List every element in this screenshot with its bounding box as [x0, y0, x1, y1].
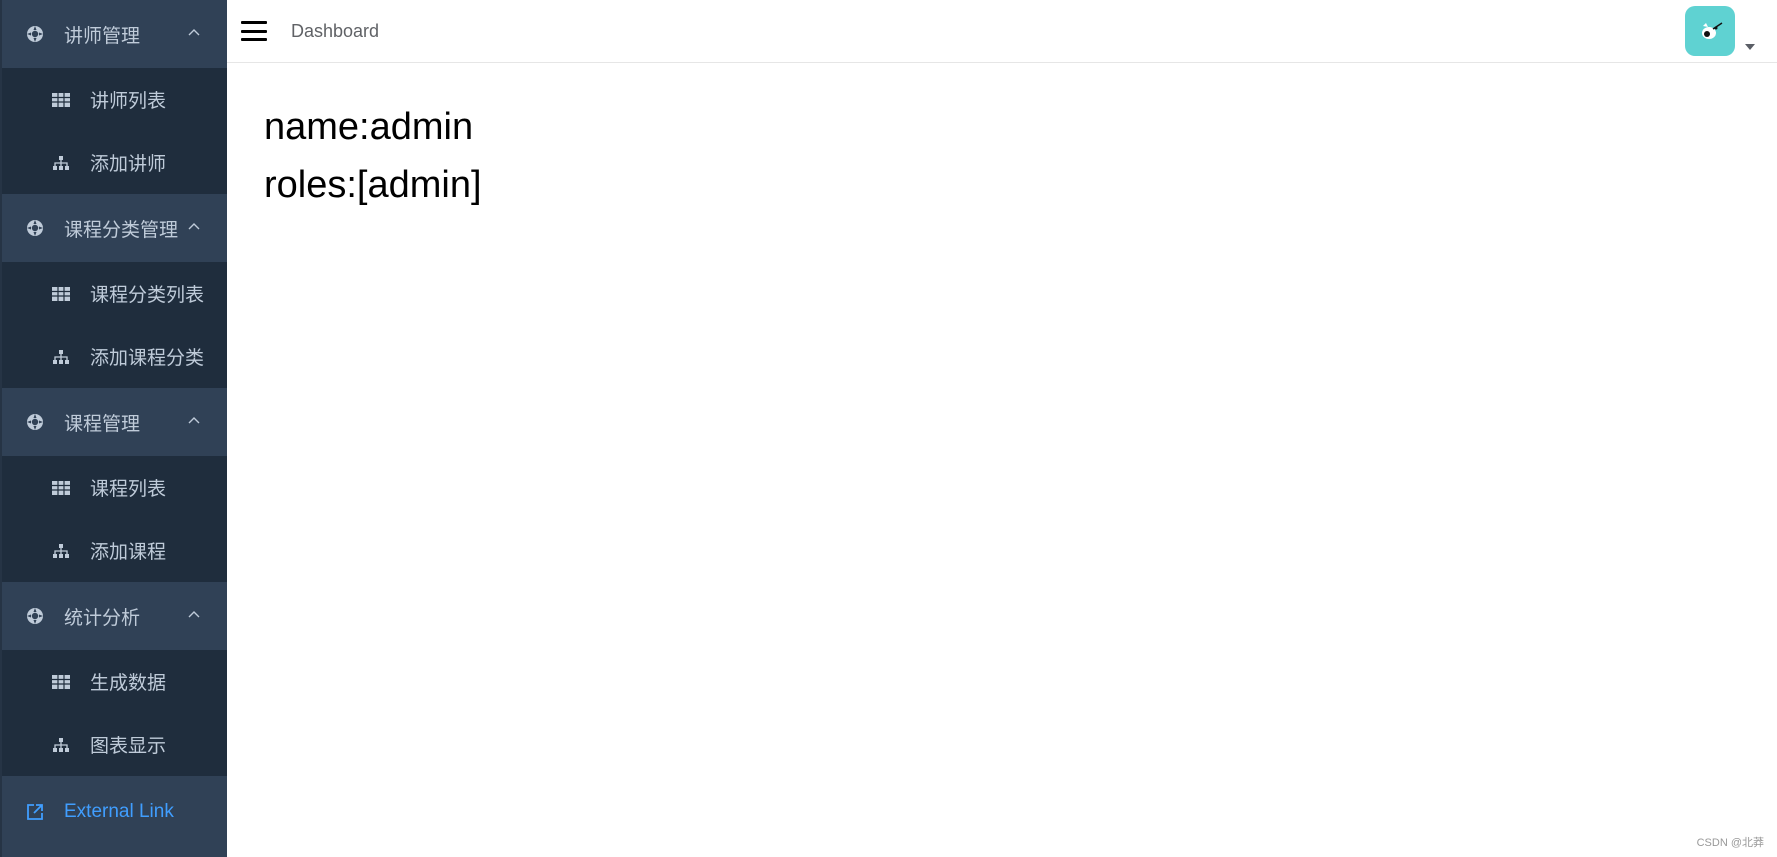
table-icon: [52, 480, 70, 495]
sidebar: 讲师管理 讲师列表 添加讲师 课程分类管理 课程分类列表 添加课程分类 课程管理…: [0, 0, 227, 857]
submenu-course-category: 课程分类列表 添加课程分类: [0, 262, 227, 388]
table-icon: [52, 286, 70, 301]
user-name-text: name:admin: [264, 106, 474, 148]
dashboard-content: name:admin roles:[admin]: [264, 98, 482, 214]
settings-wheel-icon: [27, 608, 43, 624]
tree-icon: [53, 543, 69, 558]
menu-item-label: 图表显示: [90, 736, 167, 757]
avatar-cat-icon: [1702, 22, 1723, 39]
menu-item-label: 讲师列表: [90, 91, 167, 112]
external-link-icon: [27, 804, 43, 820]
submenu-title-statistics-analysis[interactable]: 统计分析: [0, 582, 227, 650]
menu-item-chart-display[interactable]: 图表显示: [0, 713, 227, 776]
menu-item-label: 课程列表: [90, 479, 167, 500]
menu-item-label: 课程分类列表: [90, 285, 205, 306]
menu-item-label: 添加课程分类: [90, 348, 205, 369]
user-roles-text: roles:[admin]: [264, 164, 482, 206]
submenu-title-course-category-management[interactable]: 课程分类管理: [0, 194, 227, 262]
external-link[interactable]: External Link: [0, 776, 227, 848]
chevron-up-icon: [188, 417, 200, 424]
submenu-course: 课程列表 添加课程: [0, 456, 227, 582]
menu-item-course-category-list[interactable]: 课程分类列表: [0, 262, 227, 325]
menu-item-teacher-list[interactable]: 讲师列表: [0, 68, 227, 131]
external-link-label: External Link: [64, 801, 174, 822]
submenu-title-label: 讲师管理: [64, 25, 141, 47]
menu-item-label: 添加讲师: [90, 154, 167, 175]
menu-item-add-course[interactable]: 添加课程: [0, 519, 227, 582]
watermark: CSDN @北莽: [1696, 837, 1764, 849]
menu-item-label: 生成数据: [90, 673, 167, 694]
tree-icon: [53, 737, 69, 752]
settings-wheel-icon: [27, 26, 43, 42]
caret-down-icon: [1745, 44, 1755, 50]
avatar[interactable]: [1685, 6, 1735, 56]
breadcrumb[interactable]: Dashboard: [291, 21, 379, 42]
menu-item-add-course-category[interactable]: 添加课程分类: [0, 325, 227, 388]
table-icon: [52, 674, 70, 689]
table-icon: [52, 92, 70, 107]
submenu-title-teacher-management[interactable]: 讲师管理: [0, 0, 227, 68]
submenu-teacher: 讲师列表 添加讲师: [0, 68, 227, 194]
settings-wheel-icon: [27, 414, 43, 430]
submenu-title-label: 课程分类管理: [64, 219, 179, 241]
hamburger-menu-icon[interactable]: [239, 19, 269, 43]
chevron-up-icon: [188, 29, 200, 36]
menu-item-generate-data[interactable]: 生成数据: [0, 650, 227, 713]
chevron-up-icon: [188, 223, 200, 230]
submenu-title-course-management[interactable]: 课程管理: [0, 388, 227, 456]
menu-item-label: 添加课程: [90, 542, 167, 563]
tree-icon: [53, 349, 69, 364]
menu-group-course: 课程管理 课程列表 添加课程: [0, 388, 227, 582]
chevron-up-icon: [188, 611, 200, 618]
tree-icon: [53, 155, 69, 170]
menu-group-statistics: 统计分析 生成数据 图表显示: [0, 582, 227, 776]
submenu-title-label: 课程管理: [64, 413, 141, 435]
menu-item-course-list[interactable]: 课程列表: [0, 456, 227, 519]
settings-wheel-icon: [27, 220, 43, 236]
user-avatar-dropdown[interactable]: [1685, 6, 1755, 56]
menu-group-teacher: 讲师管理 讲师列表 添加讲师: [0, 0, 227, 194]
submenu-title-label: 统计分析: [64, 607, 141, 629]
navbar: Dashboard: [227, 0, 1777, 63]
submenu-statistics: 生成数据 图表显示: [0, 650, 227, 776]
menu-item-add-teacher[interactable]: 添加讲师: [0, 131, 227, 194]
menu-group-course-category: 课程分类管理 课程分类列表 添加课程分类: [0, 194, 227, 388]
